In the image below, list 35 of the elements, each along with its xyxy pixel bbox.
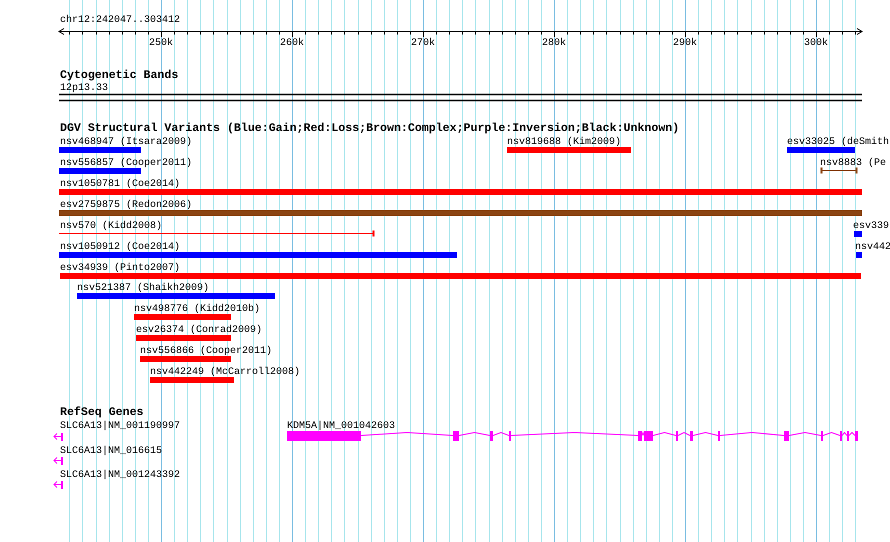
variant-label: nsv8883 (Pe xyxy=(820,158,886,169)
variant-label: esv2759875 (Redon2006) xyxy=(60,200,192,211)
tick-label: 280k xyxy=(542,38,566,49)
left-arrow-icon xyxy=(53,433,63,441)
variant-label: nsv570 (Kidd2008) xyxy=(60,221,162,232)
track-title: DGV Structural Variants (Blue:Gain;Red:Loss;Brown:Complex;Purple:Inversion;Black:Unknown) xyxy=(60,122,680,135)
gene-label: SLC6A13|NM_016615 xyxy=(60,446,162,457)
variant-label: esv34939 (Pinto2007) xyxy=(60,263,180,274)
variant-label: esv26374 (Conrad2009) xyxy=(136,325,262,336)
tick-label: 290k xyxy=(673,38,697,49)
tick-label: 260k xyxy=(280,38,304,49)
variant-label: nsv819688 (Kim2009) xyxy=(507,137,622,148)
band-label: 12p13.33 xyxy=(60,83,108,94)
left-arrow-icon xyxy=(53,457,63,465)
tick-label: 270k xyxy=(411,38,435,49)
tick-label: 300k xyxy=(804,38,828,49)
variant-label: nsv442 xyxy=(855,242,890,253)
variant-label: nsv556857 (Cooper2011) xyxy=(60,158,192,169)
variant-label: nsv498776 (Kidd2010b) xyxy=(134,304,260,315)
track-title: Cytogenetic Bands xyxy=(60,69,178,82)
variant-label: esv339 xyxy=(853,221,890,232)
variant-label: nsv468947 (Itsara2009) xyxy=(60,137,192,148)
gene-label: SLC6A13|NM_001243392 xyxy=(60,470,180,481)
variant-label: nsv521387 (Shaikh2009) xyxy=(77,283,210,294)
variant-label: nsv1050912 (Coe2014) xyxy=(60,242,180,253)
gene-label: KDM5A|NM_001042603 xyxy=(287,421,396,432)
variant-label: nsv442249 (McCarroll2008) xyxy=(150,367,300,378)
variant-label: nsv556866 (Cooper2011) xyxy=(140,346,272,357)
region-label: chr12:242047..303412 xyxy=(60,15,180,26)
track-title: RefSeq Genes xyxy=(60,406,144,419)
tick-label: 250k xyxy=(149,38,173,49)
variant-label: nsv1050781 (Coe2014) xyxy=(60,179,180,190)
variant-label: esv33025 (deSmith xyxy=(787,137,890,148)
left-arrow-icon xyxy=(53,481,63,489)
gene-label: SLC6A13|NM_001190997 xyxy=(60,421,180,432)
